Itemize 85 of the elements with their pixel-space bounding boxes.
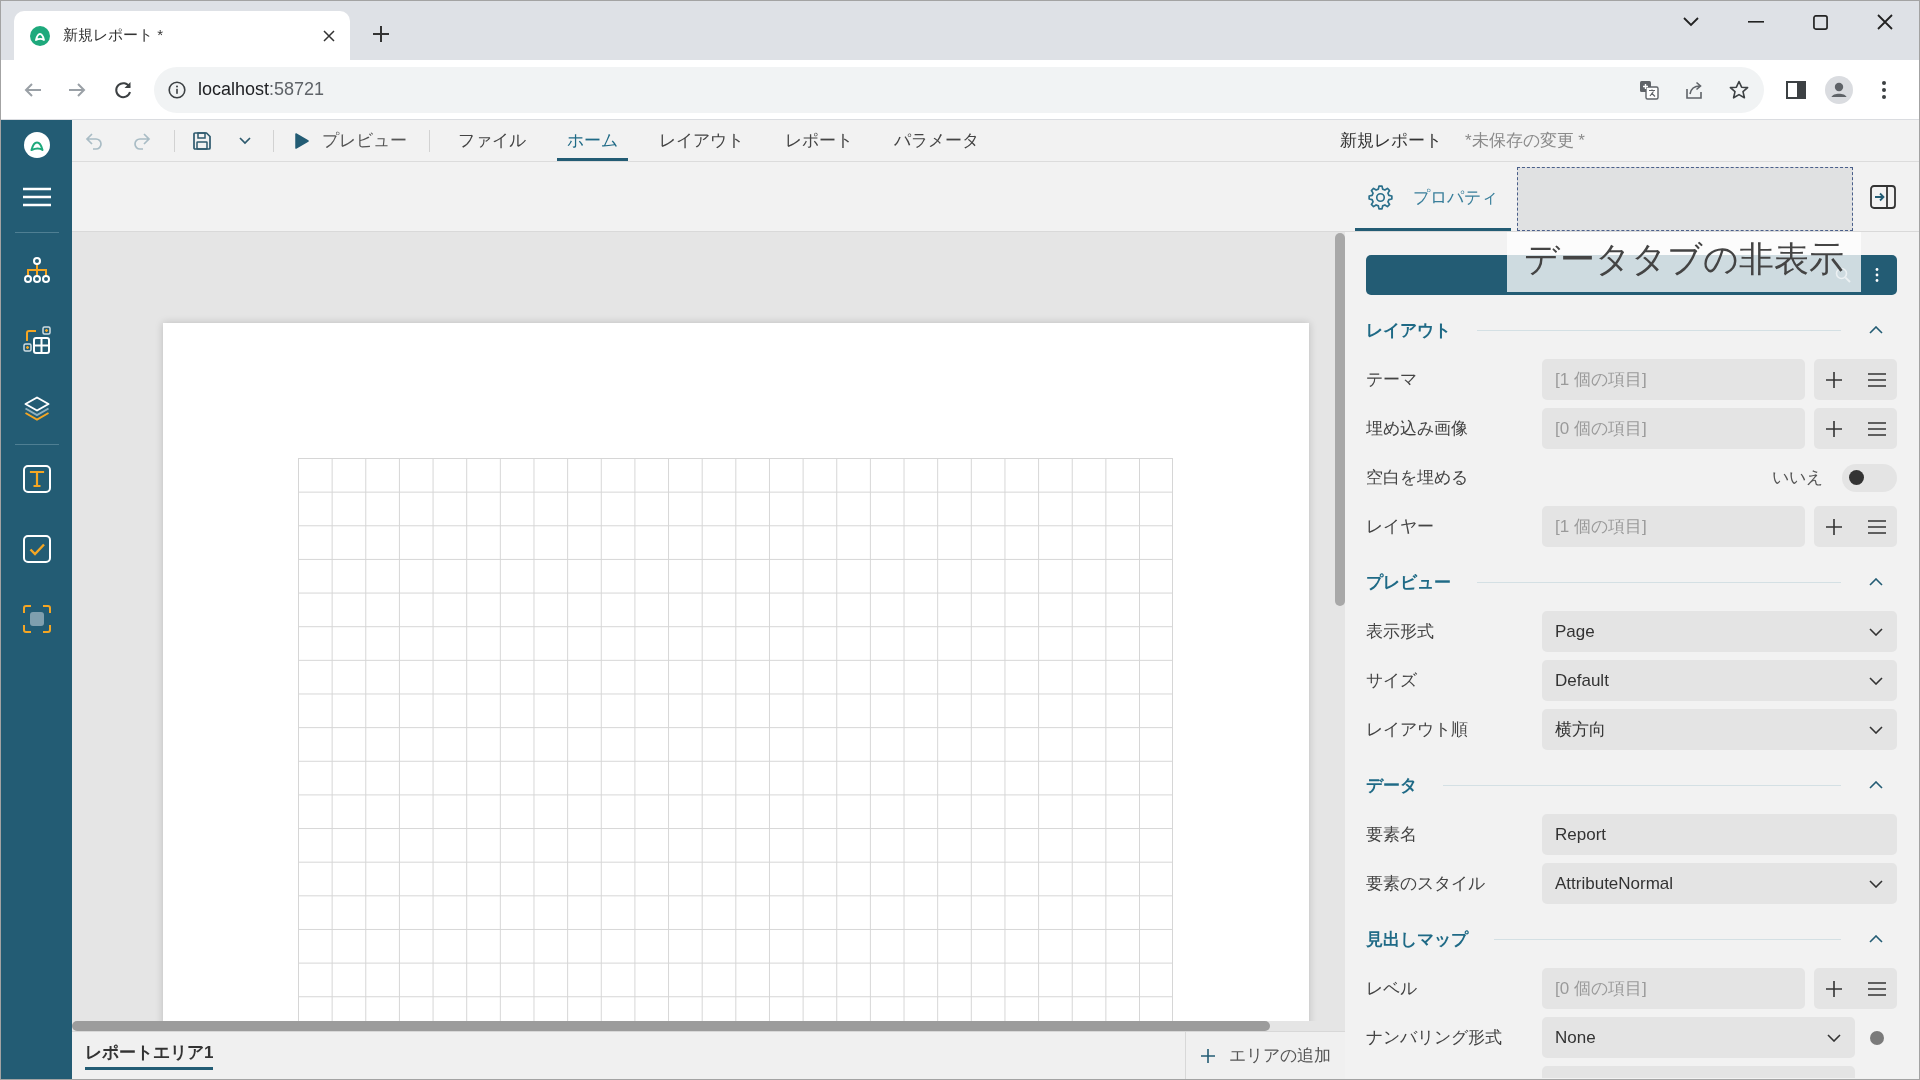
list-icon[interactable] xyxy=(1868,981,1886,996)
area-tab[interactable]: レポートエリア1 xyxy=(85,1038,214,1070)
section-title: レイアウト xyxy=(1366,319,1451,342)
close-icon[interactable] xyxy=(323,29,335,42)
scrollbar-thumb[interactable] xyxy=(1335,233,1345,606)
chevron-down-icon xyxy=(1869,879,1883,888)
browser-tab[interactable]: 新規レポート * xyxy=(14,11,350,60)
info-icon[interactable] xyxy=(168,80,186,99)
plus-icon[interactable] xyxy=(1826,371,1842,388)
side-panel-icon[interactable] xyxy=(1786,80,1806,99)
dropdown[interactable]: 横方向 xyxy=(1542,709,1897,750)
app-logo-icon[interactable] xyxy=(23,132,50,158)
property-label: 要素名 xyxy=(1366,824,1418,846)
chevron-up-icon[interactable] xyxy=(1869,781,1883,789)
scrollbar-thumb[interactable] xyxy=(72,1021,1270,1031)
property-label: レイヤー xyxy=(1366,516,1435,538)
gear-icon xyxy=(1368,184,1393,210)
save-icon[interactable] xyxy=(192,130,212,151)
tab-placeholder[interactable] xyxy=(1517,167,1853,231)
frame-icon[interactable] xyxy=(22,605,51,633)
more-menu-icon[interactable] xyxy=(1875,267,1879,283)
chevron-up-icon[interactable] xyxy=(1869,578,1883,586)
ribbon-tab[interactable]: パラメータ xyxy=(884,120,989,161)
property-label: ナンバリング形式 xyxy=(1366,1027,1503,1049)
property-label: 表示形式 xyxy=(1366,621,1435,643)
avatar-icon[interactable] xyxy=(1825,75,1853,104)
chevron-down-icon xyxy=(1869,676,1883,685)
chevron-down-icon xyxy=(1827,1033,1841,1042)
plus-icon[interactable] xyxy=(1826,980,1842,997)
ribbon-tab[interactable]: レイアウト xyxy=(649,120,754,161)
new-tab-icon[interactable] xyxy=(372,24,390,43)
share-icon[interactable] xyxy=(1684,79,1704,100)
section-title: データ xyxy=(1366,774,1417,797)
property-label: レイアウト順 xyxy=(1366,719,1469,741)
property-label: 空白を埋める xyxy=(1366,467,1469,489)
menu-icon[interactable] xyxy=(22,187,51,207)
address-bar[interactable]: localhost:58721 xyxy=(154,66,1764,113)
list-icon[interactable] xyxy=(1868,421,1886,436)
dropdown[interactable]: AttributeNormal xyxy=(1542,863,1897,904)
ribbon-tab[interactable]: ファイル xyxy=(448,120,536,161)
plus-icon xyxy=(1201,1048,1215,1063)
collapse-panel-icon[interactable] xyxy=(1870,184,1896,209)
chevron-down-icon xyxy=(1869,627,1883,636)
text-box-icon[interactable] xyxy=(22,465,51,493)
dropdown[interactable]: Page xyxy=(1542,611,1897,652)
list-icon[interactable] xyxy=(1868,519,1886,534)
components-icon[interactable] xyxy=(22,326,51,354)
property-label: 埋め込み画像 xyxy=(1366,418,1469,440)
preview-button[interactable]: プレビュー xyxy=(295,129,407,152)
star-icon[interactable] xyxy=(1729,79,1749,100)
section-title: プレビュー xyxy=(1366,571,1451,594)
dropdown[interactable]: None xyxy=(1542,1017,1855,1058)
checkbox-icon[interactable] xyxy=(22,535,51,563)
section-title: 見出しマップ xyxy=(1366,928,1468,951)
property-label: レベル xyxy=(1366,978,1418,1000)
toggle-value: いいえ xyxy=(1772,467,1823,489)
translate-icon[interactable] xyxy=(1639,79,1659,100)
plus-icon[interactable] xyxy=(1826,420,1842,437)
tooltip: データタブの非表示 xyxy=(1507,232,1861,292)
dropdown[interactable]: Default xyxy=(1542,660,1897,701)
more-menu-icon[interactable] xyxy=(1882,80,1886,99)
play-icon xyxy=(295,132,309,149)
org-chart-icon[interactable] xyxy=(22,256,51,284)
document-title: 新規レポート xyxy=(1340,130,1443,152)
app-logo-icon xyxy=(30,25,50,46)
chevron-down-icon[interactable] xyxy=(239,136,251,145)
chevron-up-icon[interactable] xyxy=(1869,326,1883,334)
list-icon[interactable] xyxy=(1868,372,1886,387)
chevron-up-icon[interactable] xyxy=(1869,935,1883,943)
ribbon-tab[interactable]: レポート xyxy=(775,120,863,161)
chevron-down-icon xyxy=(1869,725,1883,734)
input-field[interactable]: Report xyxy=(1542,814,1897,855)
unsaved-status: *未保存の変更 * xyxy=(1465,130,1585,152)
minimize-icon[interactable] xyxy=(1748,21,1764,23)
reload-icon[interactable] xyxy=(113,79,133,100)
dot-icon[interactable] xyxy=(1870,1030,1884,1045)
plus-icon[interactable] xyxy=(1826,518,1842,535)
property-label: サイズ xyxy=(1366,670,1418,692)
property-label: テーマ xyxy=(1366,369,1418,391)
chevron-down-icon[interactable] xyxy=(1683,17,1699,27)
property-label: 要素のスタイル xyxy=(1366,873,1486,895)
close-icon[interactable] xyxy=(1877,14,1893,30)
maximize-icon[interactable] xyxy=(1813,14,1828,30)
layers-icon[interactable] xyxy=(22,396,51,422)
toggle-switch[interactable] xyxy=(1842,463,1897,492)
